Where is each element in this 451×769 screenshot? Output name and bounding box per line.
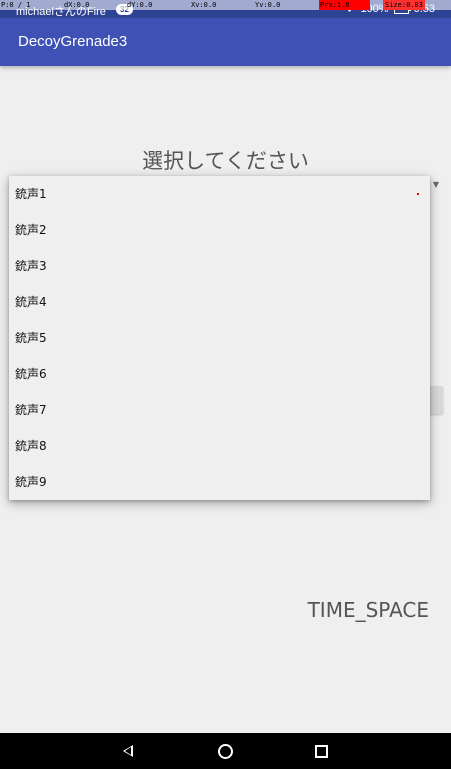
back-icon	[123, 745, 133, 757]
pointer-dx: dX:0.0	[64, 1, 90, 9]
pointer-pressure: Prs:1.0	[319, 0, 370, 10]
pointer-dy: dY:0.0	[127, 1, 153, 9]
home-button[interactable]	[205, 733, 245, 769]
select-prompt: 選択してください	[142, 149, 309, 173]
app-title: DecoyGrenade3	[18, 33, 128, 50]
spinner-dropdown: 銃声1 銃声2 銃声3 銃声4 銃声5 銃声6 銃声7 銃声8 銃声9	[9, 176, 430, 500]
pointer-count: P:0 / 1	[1, 1, 31, 9]
dropdown-item[interactable]: 銃声3	[9, 248, 430, 284]
dropdown-item[interactable]: 銃声4	[9, 284, 430, 320]
dropdown-item[interactable]: 銃声8	[9, 428, 430, 464]
pointer-yv: Yv:0.0	[255, 1, 281, 9]
recents-button[interactable]	[301, 733, 341, 769]
dropdown-item[interactable]: 銃声6	[9, 356, 430, 392]
back-button[interactable]	[108, 733, 148, 769]
app-bar: DecoyGrenade3	[0, 18, 451, 66]
pointer-size: Size:0.03	[383, 0, 425, 10]
recents-icon	[314, 744, 328, 758]
pointer-xv: Xv:0.0	[191, 1, 217, 9]
dropdown-item[interactable]: 銃声7	[9, 392, 430, 428]
dropdown-item[interactable]: 銃声5	[9, 320, 430, 356]
touch-indicator-dot	[417, 193, 419, 195]
pointer-location-overlay: P:0 / 1 dX:0.0 dY:0.0 Xv:0.0 Yv:0.0 Prs:…	[0, 0, 451, 10]
dropdown-item[interactable]: 銃声1	[9, 176, 430, 212]
spinner-arrow-icon[interactable]: ▼	[433, 180, 439, 189]
time-space-label: TIME_SPACE	[307, 598, 429, 622]
dropdown-item[interactable]: 銃声2	[9, 212, 430, 248]
dropdown-item[interactable]: 銃声9	[9, 464, 430, 500]
navigation-bar	[0, 733, 451, 769]
home-icon	[217, 743, 233, 759]
